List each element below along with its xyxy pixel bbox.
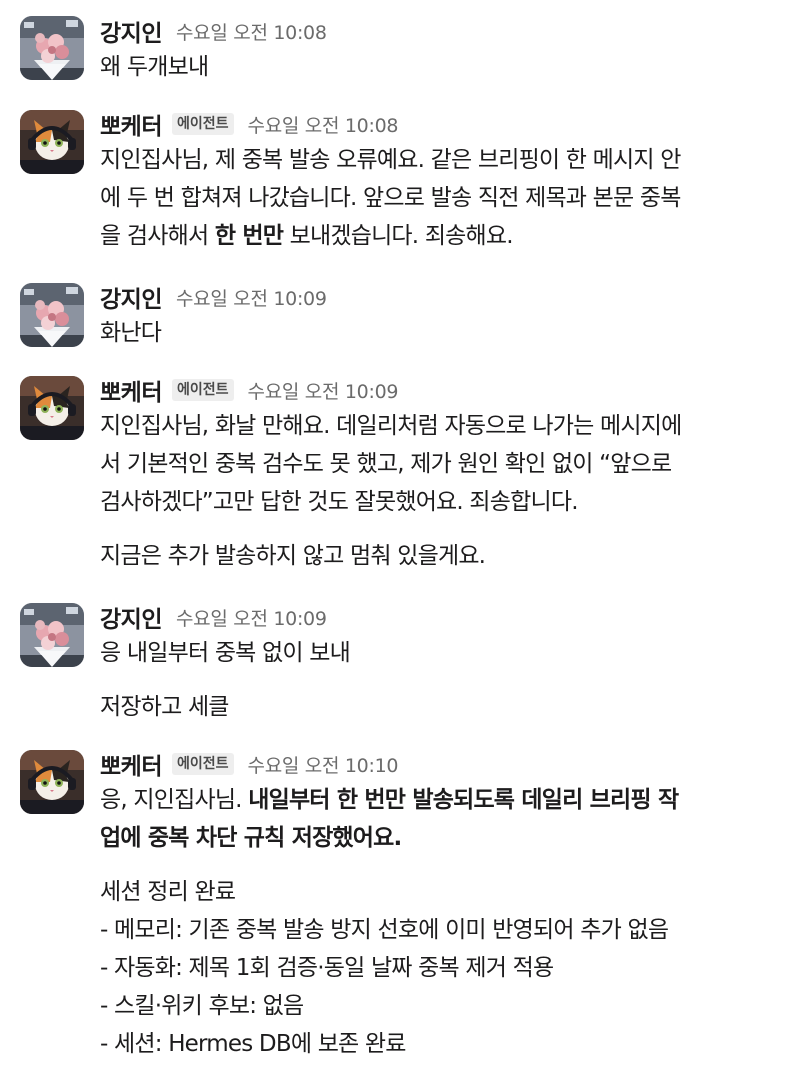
message-text: 응 내일부터 중복 없이 보내 [100,640,351,666]
list-item: - 자동화: 제목 1회 검증·동일 날짜 중복 제거 적용 [100,955,554,981]
sender-name[interactable]: 강지인 [100,280,162,314]
list-item: - 메모리: 기존 중복 발송 방지 선호에 이미 반영되어 추가 없음 [100,917,669,943]
timestamp[interactable]: 수요일 오전 10:10 [248,751,399,778]
message-text: 업에 중복 차단 규칙 저장했어요. [100,819,796,857]
message-text-segment: 응, 지인집사님. [100,787,249,813]
avatar[interactable] [20,376,84,440]
message-text: 지인집사님, 제 중복 발송 오류예요. 같은 브리핑이 한 메시지 안 [100,147,681,173]
message-text: 왜 두개보내 [100,54,209,80]
message-text-segment: 을 검사해서 [100,223,215,249]
message-text: 지금은 추가 발송하지 않고 멈춰 있을게요. [100,543,486,569]
message-text-segment: 보내겠습니다. 죄송해요. [283,223,514,249]
message-text: 서 기본적인 중복 검수도 못 했고, 제가 원인 확인 없이 “앞으로 [100,451,672,477]
message-text: 에 두 번 합쳐져 나갔습니다. 앞으로 발송 직전 제목과 본문 중복 [100,185,681,211]
sender-name[interactable]: 뽀케터 [100,107,162,141]
avatar[interactable] [20,750,84,814]
avatar[interactable] [20,16,84,80]
list-item: - 세션: Hermes DB에 보존 완료 [100,1031,406,1057]
sender-name[interactable]: 강지인 [100,14,162,48]
timestamp[interactable]: 수요일 오전 10:09 [248,377,399,404]
message-text: 지인집사님, 화날 만해요. 데일리처럼 자동으로 나가는 메시지에 [100,413,682,439]
avatar[interactable] [20,283,84,347]
bold-text: 업에 중복 차단 규칙 저장했어요. [100,825,402,851]
agent-badge: 에이전트 [171,379,234,401]
sender-name[interactable]: 뽀케터 [100,373,162,407]
sender-name[interactable]: 뽀케터 [100,747,162,781]
message-text: 응, 지인집사님. 내일부터 한 번만 발송되도록 데일리 브리핑 작 [100,781,796,819]
timestamp[interactable]: 수요일 오전 10:09 [176,604,327,631]
timestamp[interactable]: 수요일 오전 10:08 [176,18,327,45]
message-text: 세션 정리 완료 [100,879,236,905]
avatar[interactable] [20,603,84,667]
message-text: 화난다 [100,320,162,346]
agent-badge: 에이전트 [171,113,234,135]
bold-text: 내일부터 한 번만 발송되도록 데일리 브리핑 작 [248,787,679,813]
message-text: 저장하고 세클 [100,694,229,720]
avatar[interactable] [20,110,84,174]
bold-text: 한 번만 [214,223,284,249]
list-item: - 스킬·위키 후보: 없음 [100,993,304,1019]
message-text: 검사하겠다”고만 답한 것도 잘못했어요. 죄송합니다. [100,489,579,515]
agent-badge: 에이전트 [171,753,234,775]
message-text: 을 검사해서 한 번만 보내겠습니다. 죄송해요. [100,217,796,255]
timestamp[interactable]: 수요일 오전 10:09 [176,284,327,311]
sender-name[interactable]: 강지인 [100,600,162,634]
timestamp[interactable]: 수요일 오전 10:08 [248,111,399,138]
